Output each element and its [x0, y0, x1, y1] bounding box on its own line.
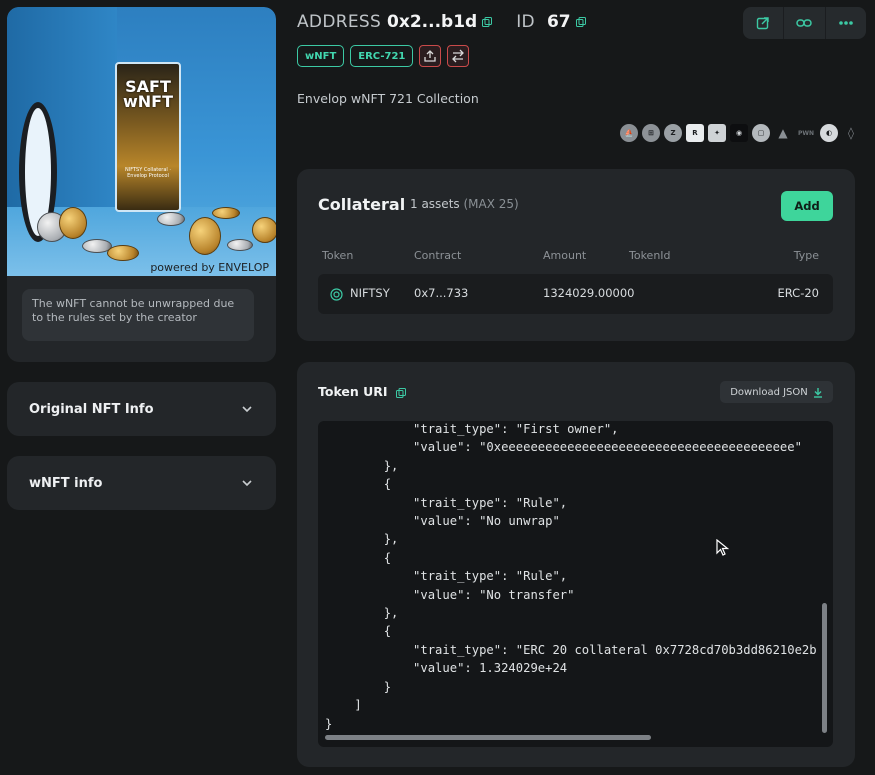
- chain-9-icon[interactable]: PWN: [796, 124, 816, 142]
- more-button[interactable]: [826, 7, 866, 39]
- address-value: 0x2...b1d: [387, 12, 478, 32]
- accordion-wnft-info[interactable]: wNFT info: [7, 456, 276, 510]
- tag-standard: ERC-721: [350, 45, 414, 67]
- address-label: ADDRESS: [297, 12, 382, 32]
- cell-token: NIFTSY: [350, 286, 390, 300]
- coin-icon: [227, 239, 253, 251]
- copy-id-icon[interactable]: [575, 17, 586, 27]
- token-tags: wNFT ERC-721: [297, 45, 470, 67]
- token-header: ADDRESS 0x2...b1d ID 67: [297, 12, 586, 32]
- tag-wnft: wNFT: [297, 45, 345, 67]
- coin-icon: [252, 217, 276, 243]
- token-uri-panel: Token URI Download JSON "trait_type": "F…: [297, 362, 855, 767]
- swap-arrows-icon: [452, 49, 465, 63]
- cell-contract: 0x7...733: [414, 286, 469, 300]
- unwrap-note: The wNFT cannot be unwrapped due to the …: [22, 289, 254, 341]
- json-code: "trait_type": "First owner", "value": "0…: [325, 422, 817, 731]
- header-toolbar: [743, 7, 866, 39]
- col-contract: Contract: [414, 249, 462, 262]
- id-label: ID: [516, 12, 535, 32]
- nft-card: SAFT wNFT NIFTSY Collateral · Envelop Pr…: [7, 7, 276, 362]
- coin-icon: [157, 212, 185, 226]
- accordion-title: wNFT info: [29, 475, 103, 491]
- copy-link-button[interactable]: [784, 7, 826, 39]
- copy-address-icon[interactable]: [482, 17, 493, 27]
- download-json-label: Download JSON: [730, 386, 808, 398]
- accordion-original-nft-info[interactable]: Original NFT Info: [7, 382, 276, 436]
- table-row[interactable]: NIFTSY 0x7...733 1324029.00000 ERC-20: [318, 274, 833, 314]
- accordion-title: Original NFT Info: [29, 401, 154, 417]
- collateral-assets-count: 1 assets: [410, 197, 460, 211]
- col-token: Token: [322, 249, 354, 262]
- collateral-max: (MAX 25): [463, 197, 519, 211]
- chain-8-icon[interactable]: ▲: [774, 124, 792, 142]
- coin-icon: [212, 207, 240, 219]
- chain-11-icon[interactable]: ◊: [842, 124, 860, 142]
- chain-3-icon[interactable]: Z: [664, 124, 682, 142]
- chevron-down-icon: [242, 480, 252, 487]
- collateral-panel: Collateral 1 assets (MAX 25) Add Token C…: [297, 169, 855, 341]
- copy-uri-icon[interactable]: [395, 387, 406, 398]
- token-uri-title: Token URI: [318, 384, 406, 399]
- token-uri-label: Token URI: [318, 384, 388, 399]
- open-external-button[interactable]: [743, 7, 785, 39]
- collection-name: Envelop wNFT 721 Collection: [297, 91, 479, 106]
- id-value: 67: [546, 12, 571, 32]
- col-amount: Amount: [543, 249, 587, 262]
- supported-chains: ⛵ ⊞ Z R ✦ ◉ ▢ ▲ PWN ◐ ◊: [620, 124, 860, 142]
- link-icon: [796, 19, 813, 27]
- chevron-down-icon: [242, 406, 252, 413]
- chain-2-icon[interactable]: ⊞: [642, 124, 660, 142]
- collateral-title: Collateral: [318, 195, 406, 214]
- add-collateral-button[interactable]: Add: [781, 191, 833, 221]
- external-link-icon: [756, 17, 769, 30]
- col-type: Type: [793, 249, 819, 262]
- horizontal-scrollbar[interactable]: [325, 735, 651, 740]
- chain-5-icon[interactable]: ✦: [708, 124, 726, 142]
- coin-icon: [189, 217, 221, 255]
- image-box-subtitle: NIFTSY Collateral · Envelop Protocol: [125, 167, 171, 179]
- swap-disabled-badge: [447, 45, 470, 67]
- chain-1-icon[interactable]: ⛵: [620, 124, 638, 142]
- vertical-scrollbar[interactable]: [822, 603, 827, 733]
- niftsy-token-icon: [330, 288, 343, 301]
- image-caption: powered by ENVELOP: [150, 261, 269, 274]
- image-box-title: SAFT wNFT: [122, 77, 173, 111]
- transfer-disabled-badge: [419, 45, 442, 67]
- upload-icon: [424, 50, 437, 62]
- col-tokenid: TokenId: [629, 249, 671, 262]
- mouse-cursor-icon: [716, 539, 730, 556]
- cell-amount: 1324029.00000: [543, 286, 635, 300]
- chain-4-icon[interactable]: R: [686, 124, 704, 142]
- collateral-count: 1 assets (MAX 25): [410, 197, 519, 211]
- chain-6-icon[interactable]: ◉: [730, 124, 748, 142]
- json-viewer[interactable]: "trait_type": "First owner", "value": "0…: [318, 421, 833, 747]
- cell-type: ERC-20: [777, 286, 820, 300]
- coin-icon: [59, 207, 87, 239]
- download-icon: [813, 387, 822, 398]
- chain-7-icon[interactable]: ▢: [752, 124, 770, 142]
- coin-icon: [107, 245, 139, 261]
- more-icon: [839, 21, 853, 25]
- nft-image: SAFT wNFT NIFTSY Collateral · Envelop Pr…: [7, 7, 276, 276]
- chain-10-icon[interactable]: ◐: [820, 124, 838, 142]
- download-json-button[interactable]: Download JSON: [720, 381, 833, 403]
